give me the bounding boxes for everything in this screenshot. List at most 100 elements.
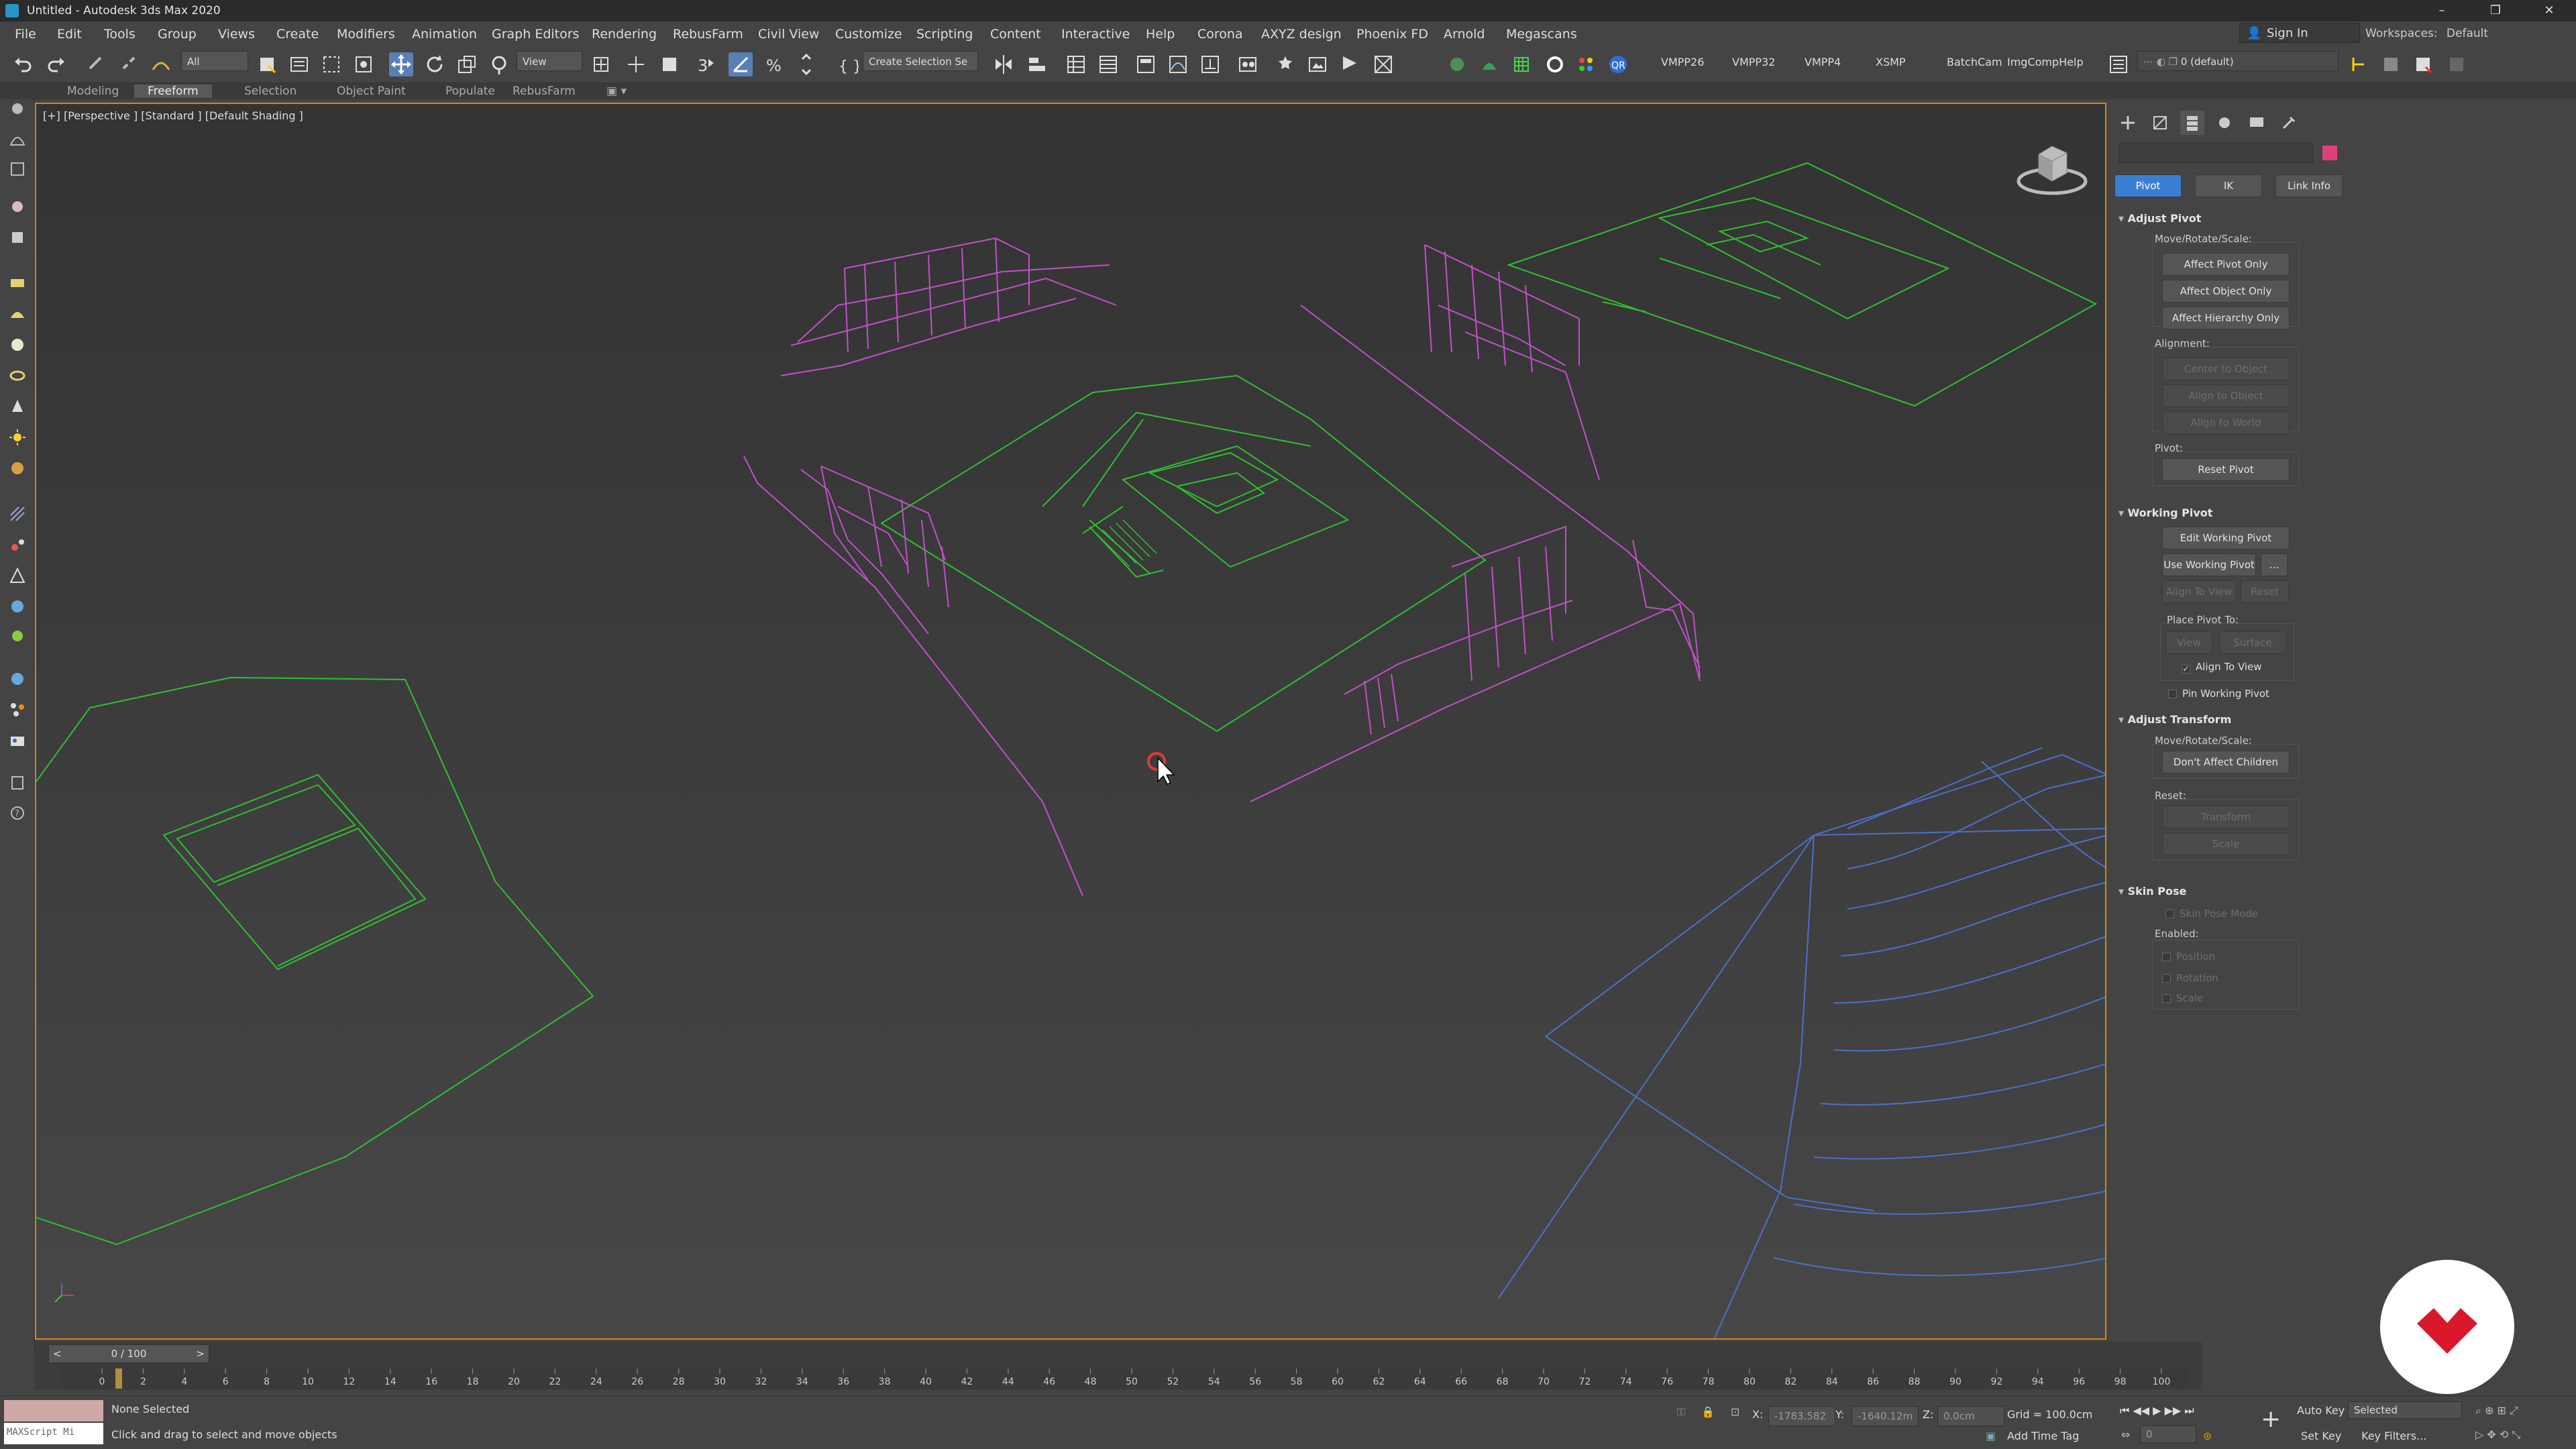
plane-icon[interactable] [8,274,27,292]
select-object-icon[interactable] [255,52,279,76]
menu-help[interactable]: Help [1146,27,1175,42]
redo-icon[interactable] [44,52,68,76]
sphere-icon[interactable] [8,335,27,354]
select-and-rotate-icon[interactable] [423,52,447,76]
close-button[interactable]: ✕ [2522,0,2576,21]
color-dots-icon[interactable] [1574,52,1598,76]
dont-affect-children-button[interactable]: Don't Affect Children [2162,751,2290,773]
maxscript-listener[interactable]: MAXScript Mi [4,1400,103,1444]
create-tool-icon[interactable] [8,99,27,118]
tab-modeling[interactable]: Modeling [67,85,119,98]
tab-pivot[interactable]: Pivot [2114,174,2182,197]
tab-link-info[interactable]: Link Info [2275,174,2343,197]
help-icon[interactable]: ? [8,804,27,822]
menu-graph-editors[interactable]: Graph Editors [492,27,579,42]
spinner-snap-icon[interactable] [794,52,818,76]
menu-customize[interactable]: Customize [835,27,902,42]
tab-ik[interactable]: IK [2195,174,2262,197]
menu-arnold[interactable]: Arnold [1444,27,1485,42]
unlink-icon[interactable] [117,52,141,76]
ribbon-options-icon[interactable]: ▣ ▾ [606,85,627,98]
sun-icon[interactable] [8,428,27,447]
object-name-field[interactable] [2118,143,2313,163]
torus-icon[interactable] [8,366,27,385]
vmpp32-button[interactable]: VMPP32 [1732,56,1775,68]
menu-edit[interactable]: Edit [57,27,82,42]
angle-snap-icon[interactable] [729,52,753,76]
pin-working-pivot-checkbox[interactable]: Pin Working Pivot [2168,688,2269,700]
tab-selection[interactable]: Selection [244,85,297,98]
menu-rendering[interactable]: Rendering [592,27,657,42]
railclone-icon[interactable] [1477,52,1501,76]
pivot-center-icon[interactable] [589,52,613,76]
scale-checkbox[interactable]: Scale [2162,992,2203,1004]
center-to-object-button[interactable]: Center to Object [2162,358,2290,380]
selection-filter-dropdown[interactable]: All [181,51,248,71]
cage-icon[interactable] [8,566,27,585]
box-icon[interactable] [8,160,27,178]
menu-phoenix-fd[interactable]: Phoenix FD [1356,27,1428,42]
undo-icon[interactable] [11,52,35,76]
render-production-icon[interactable] [1338,52,1362,76]
menu-rebusfarm[interactable]: RebusFarm [673,27,743,42]
affect-object-only-button[interactable]: Affect Object Only [2162,280,2290,303]
key-filters-button[interactable]: Key Filters... [2361,1430,2426,1442]
reset-scale-button[interactable]: Scale [2162,833,2290,855]
particle-icon[interactable] [8,535,27,554]
menu-modifiers[interactable]: Modifiers [337,27,395,42]
dome-icon[interactable] [8,130,27,149]
rendered-frame-window-icon[interactable] [1305,52,1330,76]
current-frame-field[interactable]: 0 [2140,1426,2196,1443]
playback-controls[interactable]: ⏮ ◀◀ ▶ ▶▶ ⏭ [2120,1404,2194,1417]
set-key-big-icon[interactable]: + [2261,1405,2281,1433]
display-tab-icon[interactable] [2245,111,2269,135]
adjust-transform-header[interactable]: Adjust Transform [2118,713,2232,726]
workspaces-selector[interactable]: Workspaces: Default [2365,27,2488,40]
menu-file[interactable]: File [15,27,36,42]
keyboard-shortcut-override-icon[interactable] [657,52,682,76]
frame-ruler[interactable]: 0 2 4 6 8 10 12 14 16 18 20 22 24 26 28 30 32 34 36 38 40 42 4… [62,1368,2188,1389]
select-manipulate-icon[interactable] [624,52,648,76]
grid-plugin-icon[interactable] [1509,52,1534,76]
tab-object-paint[interactable]: Object Paint [337,85,406,98]
paint-icon[interactable] [8,197,27,216]
menu-group[interactable]: Group [158,27,197,42]
named-selection-dropdown[interactable]: Create Selection Se [863,51,978,71]
adjust-pivot-header[interactable]: Adjust Pivot [2118,212,2202,225]
place-pivot-surface-button[interactable]: Surface [2219,631,2286,654]
maxscript-input[interactable]: MAXScript Mi [4,1423,103,1444]
maxscript-output[interactable] [4,1400,103,1421]
key-filter-icon[interactable]: ⊛ [2203,1430,2212,1442]
select-and-move-icon[interactable] [389,52,413,76]
window-crossing-icon[interactable] [352,52,376,76]
time-slider-next[interactable]: > [196,1345,205,1362]
bind-space-warp-icon[interactable] [149,52,173,76]
layer-explorer-icon[interactable] [1096,52,1120,76]
link-icon[interactable] [83,52,107,76]
working-pivot-header[interactable]: Working Pivot [2118,506,2213,519]
menu-content[interactable]: Content [990,27,1041,42]
reset-pivot-button[interactable]: Reset Pivot [2162,458,2290,481]
align-to-view-checkbox[interactable]: ✓ Align To View [2182,661,2262,674]
select-and-place-icon[interactable] [487,52,511,76]
utilities-tab-icon[interactable] [2277,111,2301,135]
material-editor-icon[interactable] [1236,52,1260,76]
align-to-object-button[interactable]: Align to Object [2162,384,2290,407]
select-layer-icon[interactable] [2411,52,2435,76]
time-slider[interactable]: < 0 / 100 > [48,1344,209,1363]
y-coordinate-field[interactable]: -1640.12m [1851,1406,1919,1426]
minimize-button[interactable]: – [2415,0,2469,21]
menu-axyz-design[interactable]: AXYZ design [1261,27,1342,42]
use-working-pivot-options-button[interactable]: ... [2261,553,2288,576]
sphere-blue-icon[interactable] [8,669,27,688]
affect-hierarchy-only-button[interactable]: Affect Hierarchy Only [2162,307,2290,329]
menu-corona[interactable]: Corona [1197,27,1243,42]
menu-tools[interactable]: Tools [104,27,136,42]
use-working-pivot-button[interactable]: Use Working Pivot [2162,553,2256,576]
z-coordinate-field[interactable]: 0.0cm [1937,1406,2004,1426]
set-key-button[interactable]: Set Key [2301,1430,2341,1442]
skin-pose-header[interactable]: Skin Pose [2118,885,2187,898]
sign-in-dropdown[interactable]: 👤 Sign In [2239,23,2360,43]
affect-pivot-only-button[interactable]: Affect Pivot Only [2162,253,2290,276]
isolate-icon[interactable]: ⚿ [1677,1405,1685,1419]
